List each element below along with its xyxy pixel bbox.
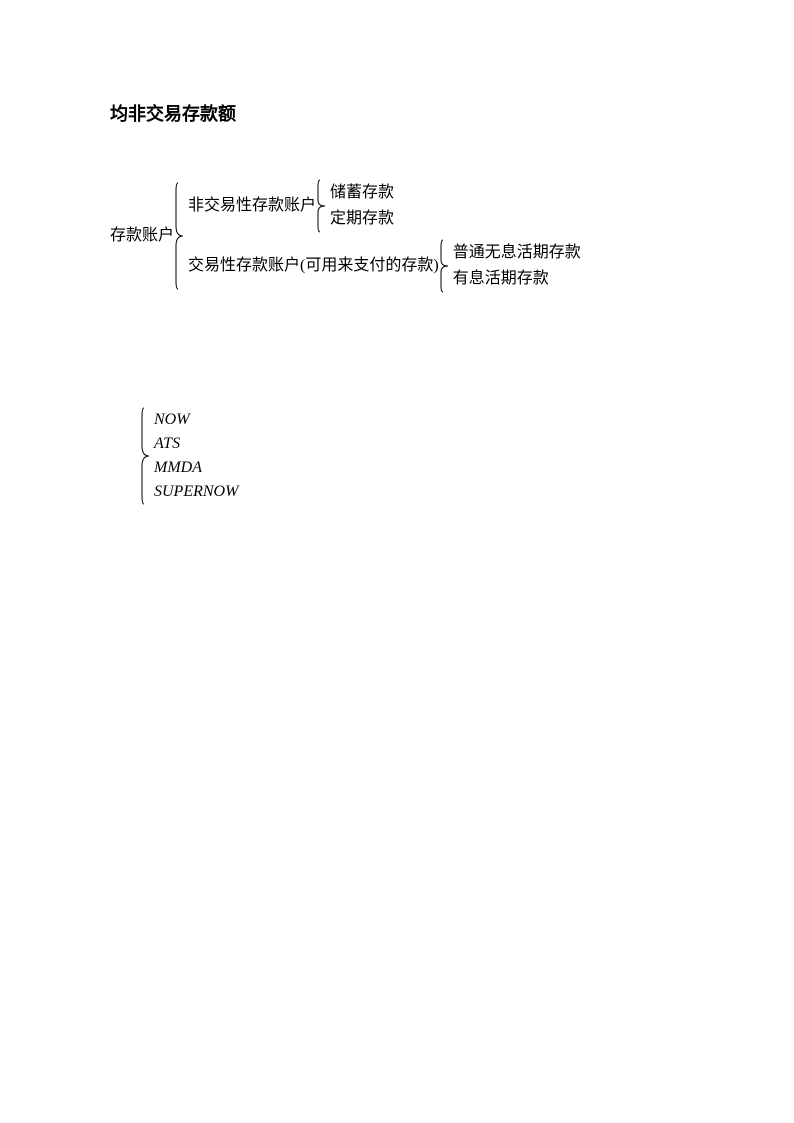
leaf-non-interest-demand: 普通无息活期存款 <box>453 240 581 266</box>
branch-non-transaction: 非交易性存款账户 储蓄存款 定期存款 <box>188 178 581 234</box>
root-node-label: 存款账户 <box>110 223 174 249</box>
brace-icon <box>141 406 153 506</box>
leaf-savings-deposit: 储蓄存款 <box>330 180 394 206</box>
leaf-supernow: SUPERNOW <box>154 480 238 504</box>
account-types-list-container: NOW ATS MMDA SUPERNOW <box>140 406 684 506</box>
branch2-children: 普通无息活期存款 有息活期存款 <box>453 240 581 291</box>
document-title: 均非交易存款额 <box>110 100 684 126</box>
root-children: 非交易性存款账户 储蓄存款 定期存款 交易性存款账户(可用来支付的存款) 普通无… <box>188 176 581 296</box>
brace-icon <box>317 178 329 234</box>
brace-icon <box>440 238 452 294</box>
branch1-label: 非交易性存款账户 <box>188 193 316 219</box>
leaf-time-deposit: 定期存款 <box>330 206 394 232</box>
branch-transaction: 交易性存款账户(可用来支付的存款) 普通无息活期存款 有息活期存款 <box>188 238 581 294</box>
branch2-label: 交易性存款账户(可用来支付的存款) <box>188 253 439 279</box>
account-types-children: NOW ATS MMDA SUPERNOW <box>154 408 238 504</box>
leaf-now: NOW <box>154 408 238 432</box>
account-types-list: NOW ATS MMDA SUPERNOW <box>140 406 684 506</box>
branch1-children: 储蓄存款 定期存款 <box>330 180 394 231</box>
leaf-interest-demand: 有息活期存款 <box>453 266 581 292</box>
brace-icon <box>175 181 187 291</box>
deposit-account-tree: 存款账户 非交易性存款账户 储蓄存款 定期存款 交易性存款账户(可用来支付的存款… <box>110 176 684 296</box>
leaf-ats: ATS <box>154 432 238 456</box>
leaf-mmda: MMDA <box>154 456 238 480</box>
